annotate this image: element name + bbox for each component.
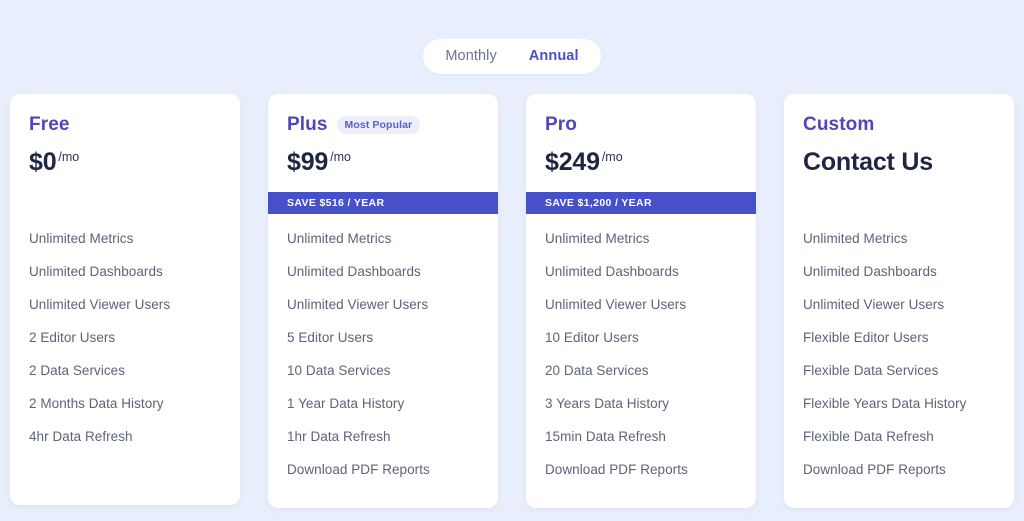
plan-price: Contact Us <box>803 148 995 178</box>
feature-list: Unlimited Metrics Unlimited Dashboards U… <box>268 214 498 477</box>
pricing-card-free[interactable]: Free $0 /mo Unlimited Metrics Unlimited … <box>10 94 240 505</box>
card-header: Custom Contact Us <box>784 94 1014 178</box>
list-item: 1hr Data Refresh <box>287 429 391 444</box>
list-item: Unlimited Dashboards <box>287 264 421 279</box>
plan-price: $249 /mo <box>545 148 737 178</box>
list-item: Unlimited Metrics <box>287 231 392 246</box>
billing-toggle-annual[interactable]: Annual <box>513 39 595 74</box>
list-item: Unlimited Viewer Users <box>803 297 945 312</box>
plan-name: Plus <box>287 114 328 135</box>
list-item: 4hr Data Refresh <box>29 429 133 444</box>
price-period: /mo <box>601 150 623 164</box>
list-item: 3 Years Data History <box>545 396 670 411</box>
price-period: /mo <box>58 150 80 164</box>
card-header: Plus Most Popular $99 /mo <box>268 94 498 178</box>
price-amount: $0 <box>29 148 57 176</box>
list-item: Unlimited Viewer Users <box>545 297 687 312</box>
list-item: Unlimited Viewer Users <box>287 297 429 312</box>
list-item: 10 Editor Users <box>545 330 639 345</box>
list-item: Download PDF Reports <box>803 462 946 477</box>
feature-list: Unlimited Metrics Unlimited Dashboards U… <box>526 214 756 477</box>
pricing-card-plus[interactable]: Plus Most Popular $99 /mo SAVE $516 / YE… <box>268 94 498 508</box>
list-item: Download PDF Reports <box>545 462 688 477</box>
card-header: Pro $249 /mo <box>526 94 756 178</box>
plan-title-row: Plus Most Popular <box>287 114 479 136</box>
billing-toggle-pill: Monthly Annual <box>423 39 601 74</box>
save-banner: SAVE $1,200 / YEAR <box>526 192 756 214</box>
list-item: 2 Months Data History <box>29 396 164 411</box>
card-header: Free $0 /mo <box>10 94 240 178</box>
plan-name: Pro <box>545 114 577 135</box>
pricing-card-custom[interactable]: Custom Contact Us Unlimited Metrics Unli… <box>784 94 1014 508</box>
list-item: 1 Year Data History <box>287 396 405 411</box>
feature-list: Unlimited Metrics Unlimited Dashboards U… <box>784 214 1014 477</box>
plan-name: Custom <box>803 114 875 135</box>
list-item: Unlimited Dashboards <box>803 264 937 279</box>
billing-period-toggle: Monthly Annual <box>0 39 1024 74</box>
plan-title-row: Pro <box>545 114 737 136</box>
price-period: /mo <box>330 150 351 164</box>
list-item: Flexible Years Data History <box>803 396 967 411</box>
pricing-card-pro[interactable]: Pro $249 /mo SAVE $1,200 / YEAR Unlimite… <box>526 94 756 508</box>
list-item: Unlimited Dashboards <box>545 264 679 279</box>
list-item: 5 Editor Users <box>287 330 374 345</box>
save-banner-placeholder <box>784 192 1014 214</box>
list-item: Flexible Data Refresh <box>803 429 934 444</box>
price-amount: $249 <box>545 148 600 176</box>
list-item: 2 Data Services <box>29 363 126 378</box>
plan-name: Free <box>29 114 70 135</box>
list-item: Flexible Data Services <box>803 363 939 378</box>
list-item: Download PDF Reports <box>287 462 430 477</box>
list-item: Unlimited Metrics <box>545 231 650 246</box>
plan-title-row: Custom <box>803 114 995 136</box>
list-item: 10 Data Services <box>287 363 391 378</box>
price-amount: Contact Us <box>803 148 933 176</box>
list-item: 20 Data Services <box>545 363 649 378</box>
list-item: Unlimited Dashboards <box>29 264 163 279</box>
plan-price: $0 /mo <box>29 148 221 178</box>
plan-title-row: Free <box>29 114 221 136</box>
billing-toggle-monthly[interactable]: Monthly <box>429 39 512 74</box>
save-banner: SAVE $516 / YEAR <box>268 192 498 214</box>
list-item: Unlimited Metrics <box>803 231 908 246</box>
list-item: Unlimited Metrics <box>29 231 134 246</box>
save-banner-placeholder <box>10 192 240 214</box>
plan-price: $99 /mo <box>287 148 479 178</box>
list-item: 15min Data Refresh <box>545 429 666 444</box>
list-item: 2 Editor Users <box>29 330 116 345</box>
feature-list: Unlimited Metrics Unlimited Dashboards U… <box>10 214 240 444</box>
price-amount: $99 <box>287 148 329 176</box>
list-item: Unlimited Viewer Users <box>29 297 171 312</box>
list-item: Flexible Editor Users <box>803 330 929 345</box>
most-popular-badge: Most Popular <box>336 115 421 135</box>
